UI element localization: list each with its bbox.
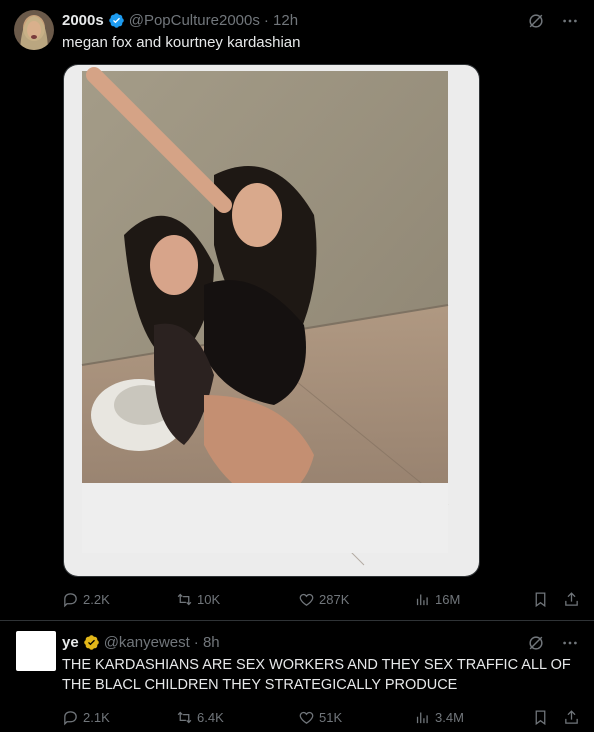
repost-count: 10K [197,591,221,607]
reply-count: 2.1K [83,709,110,725]
verified-blue-icon [108,12,125,29]
view-count: 16M [435,591,461,607]
repost-button[interactable]: 6.4K [176,706,224,728]
views-icon [416,594,428,605]
like-icon [299,593,314,606]
author-handle[interactable]: @kanyewest [104,634,190,651]
like-button[interactable]: 287K [298,588,349,610]
share-button[interactable] [563,706,580,728]
tweet-photo[interactable] [63,64,480,577]
views-icon [416,712,428,723]
bookmark-icon [535,709,546,725]
tweet-actions: 2.1K 6.4K 51K 3.4M [62,706,580,728]
like-count: 51K [319,709,343,725]
repost-icon [177,593,192,605]
avatar[interactable] [16,631,56,671]
tweet[interactable]: 2000s @PopCulture2000s · 12h megan fox a… [0,0,594,621]
views-button[interactable]: 3.4M [414,706,464,728]
tweet[interactable]: ye @kanyewest · 8h THE KARDASHIANS ARE S… [0,621,594,732]
reply-icon [64,592,77,607]
share-icon [565,591,578,606]
author-handle[interactable]: @PopCulture2000s [129,12,260,29]
more-icon[interactable] [560,633,580,653]
grok-icon[interactable] [526,633,546,653]
timestamp[interactable]: · 8h [194,634,220,651]
share-icon [565,709,578,724]
tweet-text: megan fox and kourtney kardashian [62,34,301,51]
like-icon [299,711,314,724]
bookmark-icon [535,591,546,607]
grok-icon[interactable] [526,11,546,31]
timestamp[interactable]: · 12h [264,12,298,29]
share-button[interactable] [563,588,580,610]
reply-count: 2.2K [83,591,110,607]
bookmark-button[interactable] [532,706,549,728]
more-icon[interactable] [560,11,580,31]
tweet-actions: 2.2K 10K 287K 16M [62,588,580,610]
like-count: 287K [319,591,350,607]
reply-button[interactable]: 2.1K [62,706,110,728]
verified-gold-icon [83,634,100,651]
views-button[interactable]: 16M [414,588,460,610]
bookmark-button[interactable] [532,588,549,610]
avatar[interactable] [14,10,54,50]
repost-count: 6.4K [197,709,224,725]
author-name[interactable]: ye [62,634,79,651]
reply-button[interactable]: 2.2K [62,588,110,610]
view-count: 3.4M [435,709,464,725]
tweet-text: THE KARDASHIANS ARE SEX WORKERS AND THEY… [62,657,571,693]
repost-icon [177,711,192,723]
reply-icon [64,710,77,725]
like-button[interactable]: 51K [298,706,342,728]
author-name[interactable]: 2000s [62,12,104,29]
repost-button[interactable]: 10K [176,588,220,610]
